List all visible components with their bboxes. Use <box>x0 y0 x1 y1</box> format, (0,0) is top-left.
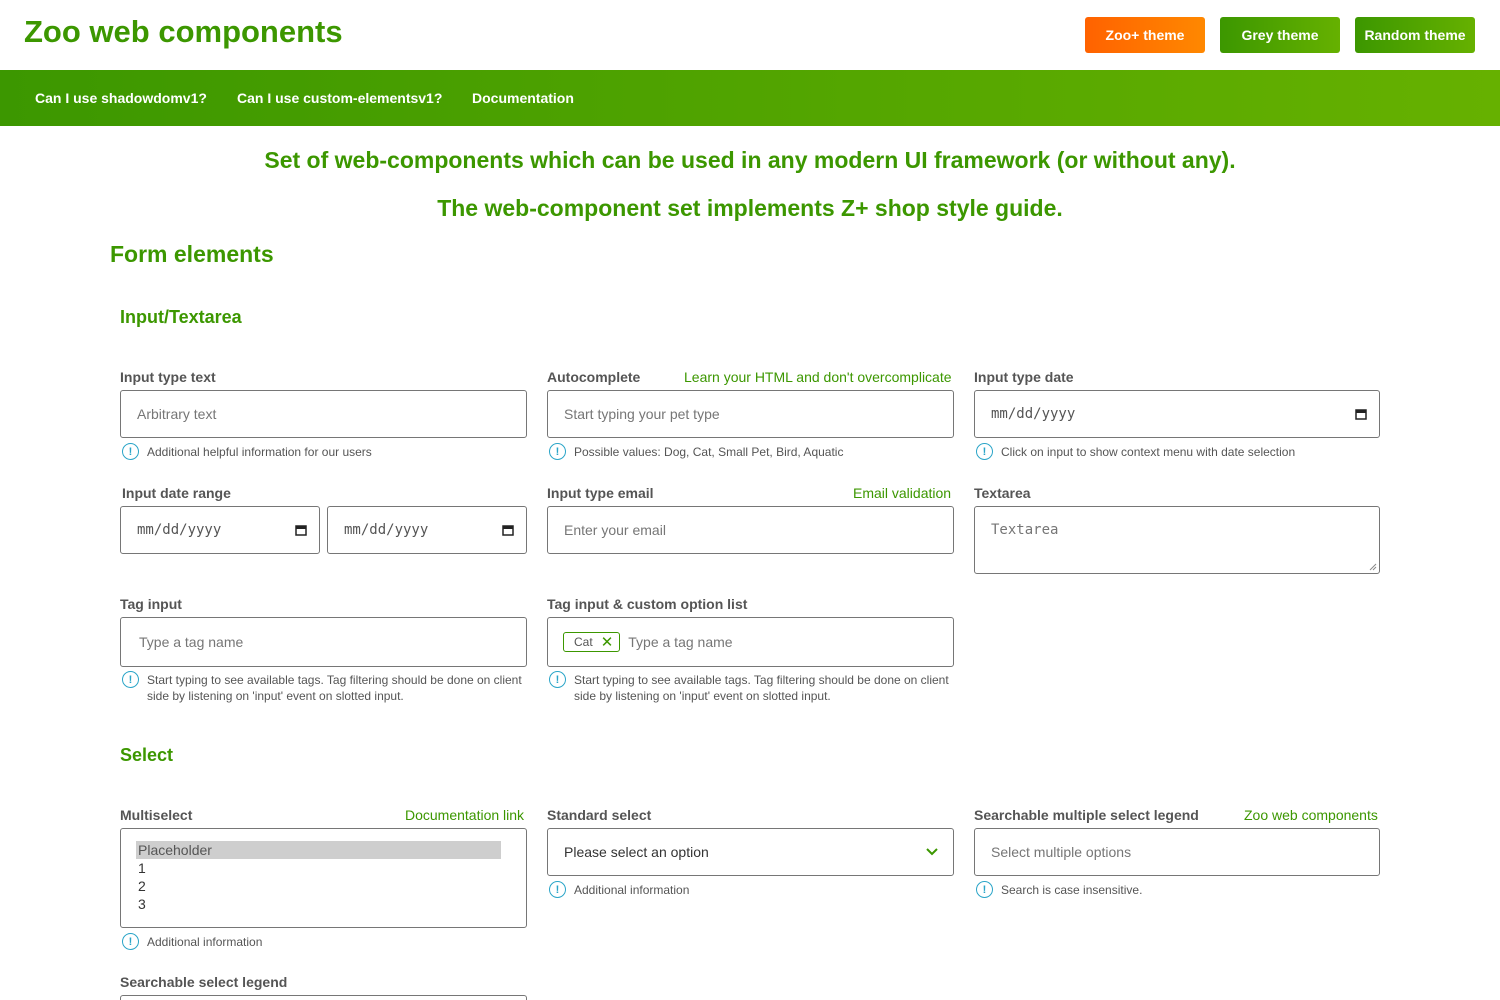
email-validation-link[interactable]: Email validation <box>853 485 951 501</box>
date-range-from[interactable]: mm/dd/yyyy <box>120 506 320 554</box>
nav-link-documentation[interactable]: Documentation <box>472 90 574 106</box>
tag-custom-info: ! Start typing to see available tags. Ta… <box>549 671 954 704</box>
date-range-to-value: mm/dd/yyyy <box>344 522 429 538</box>
autocomplete-link[interactable]: Learn your HTML and don't overcomplicate <box>684 369 952 385</box>
searchable-multi-info: ! Search is case insensitive. <box>976 881 1143 898</box>
select-heading: Select <box>120 745 174 765</box>
top-bar: Zoo web components Zoo+ theme Grey theme… <box>0 0 1500 70</box>
info-icon: ! <box>549 671 566 688</box>
intro-line-2: The web-component set implements Z+ shop… <box>437 195 1063 221</box>
autocomplete-label: Autocomplete <box>547 369 641 385</box>
info-icon: ! <box>976 881 993 898</box>
tag-chip: Cat ✕ <box>563 632 621 652</box>
multiselect-info-text: Additional information <box>147 935 263 949</box>
date-input-value: mm/dd/yyyy <box>991 406 1076 422</box>
tag-custom-placeholder: Type a tag name <box>628 634 733 650</box>
searchable-multi-label: Searchable multiple select legend <box>974 807 1199 823</box>
tag-input-info: ! Start typing to see available tags. Ta… <box>122 671 527 704</box>
nav-link-custom-elements[interactable]: Can I use custom-elementsv1? <box>237 90 442 106</box>
app-title: Zoo web components <box>24 14 343 49</box>
textarea-placeholder: Textarea <box>991 522 1059 538</box>
nav-bar: Can I use shadowdomv1? Can I use custom-… <box>0 70 1500 126</box>
nav-link-shadowdom[interactable]: Can I use shadowdomv1? <box>35 90 207 106</box>
email-input-label: Input type email <box>547 485 654 501</box>
calendar-icon[interactable] <box>502 524 514 536</box>
info-icon: ! <box>976 443 993 460</box>
multiselect-doc-link[interactable]: Documentation link <box>405 807 524 823</box>
date-range-to[interactable]: mm/dd/yyyy <box>327 506 527 554</box>
multiselect-option[interactable]: 1 <box>136 859 501 877</box>
tag-chip-label: Cat <box>574 635 593 649</box>
text-input[interactable]: Arbitrary text <box>120 390 527 438</box>
date-input-info-text: Click on input to show context menu with… <box>1001 445 1296 459</box>
date-input-info: ! Click on input to show context menu wi… <box>976 443 1296 460</box>
tag-input-info-text: Start typing to see available tags. Tag … <box>147 673 522 703</box>
chevron-down-icon <box>926 848 938 856</box>
date-range-from-value: mm/dd/yyyy <box>137 522 222 538</box>
date-input-label: Input type date <box>974 369 1074 385</box>
grey-theme-button[interactable]: Grey theme <box>1220 17 1340 53</box>
info-icon: ! <box>122 933 139 950</box>
zoo-theme-button[interactable]: Zoo+ theme <box>1085 17 1205 53</box>
searchable-multi-placeholder: Select multiple options <box>991 844 1132 860</box>
tag-input-label: Tag input <box>120 596 182 612</box>
tag-input[interactable]: Type a tag name <box>120 617 527 667</box>
searchable-select-input[interactable] <box>120 995 527 1000</box>
intro-line-1: Set of web-components which can be used … <box>264 147 1236 173</box>
info-icon: ! <box>549 881 566 898</box>
multiselect-option[interactable]: 2 <box>136 877 501 895</box>
multiselect-option[interactable]: 3 <box>136 895 501 913</box>
standard-select-label: Standard select <box>547 807 652 823</box>
autocomplete-info-text: Possible values: Dog, Cat, Small Pet, Bi… <box>574 445 844 459</box>
tag-custom-label: Tag input & custom option list <box>547 596 748 612</box>
info-icon: ! <box>122 443 139 460</box>
autocomplete-placeholder: Start typing your pet type <box>564 406 720 422</box>
text-input-info: ! Additional helpful information for our… <box>122 443 372 460</box>
resize-handle-icon[interactable] <box>1369 563 1377 571</box>
standard-select-info: ! Additional information <box>549 881 690 898</box>
info-icon: ! <box>549 443 566 460</box>
multiselect-info: ! Additional information <box>122 933 263 950</box>
text-input-label: Input type text <box>120 369 216 385</box>
multiselect-list[interactable]: Placeholder 1 2 3 <box>120 828 527 928</box>
tag-input-placeholder: Type a tag name <box>139 634 244 650</box>
random-theme-button[interactable]: Random theme <box>1355 17 1475 53</box>
standard-select-info-text: Additional information <box>574 883 690 897</box>
email-input[interactable]: Enter your email <box>547 506 954 554</box>
searchable-select-label: Searchable select legend <box>120 974 288 990</box>
searchable-multi-input[interactable]: Select multiple options <box>974 828 1380 876</box>
text-input-info-text: Additional helpful information for our u… <box>147 445 372 459</box>
email-input-placeholder: Enter your email <box>564 522 666 538</box>
text-input-placeholder: Arbitrary text <box>137 406 217 422</box>
date-range-label: Input date range <box>122 485 231 501</box>
autocomplete-input[interactable]: Start typing your pet type <box>547 390 954 438</box>
tag-custom-input[interactable]: Cat ✕ Type a tag name <box>547 617 954 667</box>
multiselect-option[interactable]: Placeholder <box>136 841 501 859</box>
textarea[interactable]: Textarea <box>974 506 1380 574</box>
multiselect-label: Multiselect <box>120 807 193 823</box>
searchable-multi-info-text: Search is case insensitive. <box>1001 883 1143 897</box>
standard-select[interactable]: Please select an option <box>547 828 954 876</box>
calendar-icon[interactable] <box>295 524 307 536</box>
zoo-components-link[interactable]: Zoo web components <box>1244 807 1378 823</box>
remove-tag-icon[interactable]: ✕ <box>601 635 614 650</box>
textarea-label: Textarea <box>974 485 1031 501</box>
info-icon: ! <box>122 671 139 688</box>
input-textarea-heading: Input/Textarea <box>120 307 242 327</box>
calendar-icon[interactable] <box>1355 408 1367 420</box>
form-elements-heading: Form elements <box>110 241 274 267</box>
autocomplete-info: ! Possible values: Dog, Cat, Small Pet, … <box>549 443 844 460</box>
date-input[interactable]: mm/dd/yyyy <box>974 390 1380 438</box>
standard-select-value: Please select an option <box>564 844 709 860</box>
tag-custom-info-text: Start typing to see available tags. Tag … <box>574 673 949 703</box>
